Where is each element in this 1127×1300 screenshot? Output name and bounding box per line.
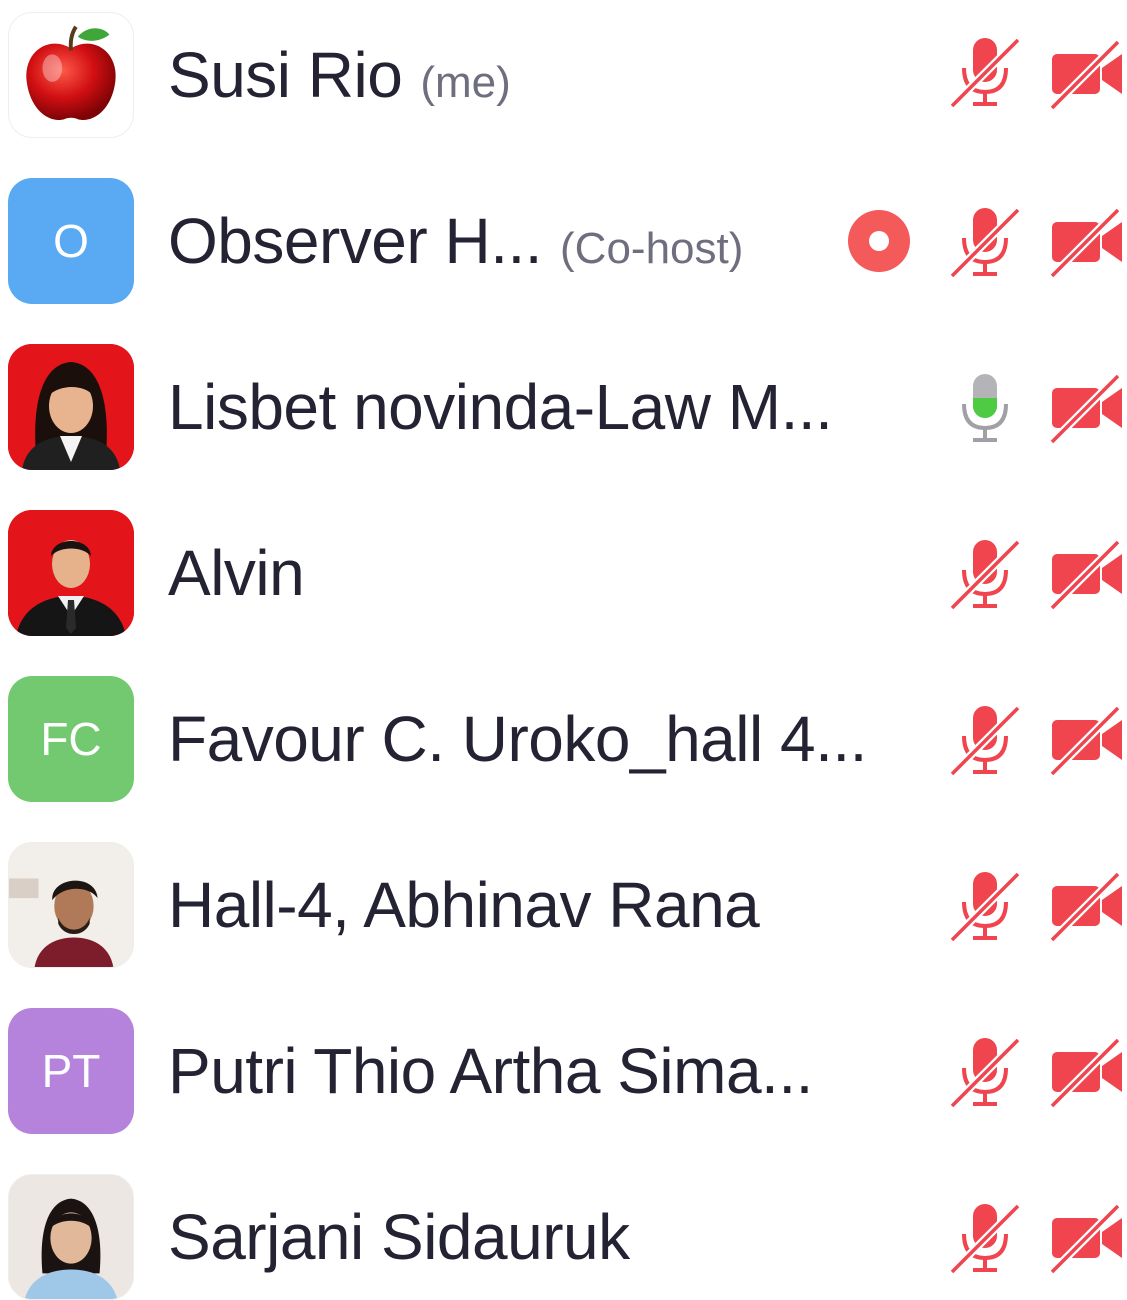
- participant-row[interactable]: O Observer H... (Co-host): [0, 166, 1127, 332]
- avatar: [8, 1174, 134, 1300]
- participants-list: Susi Rio (me) O Observer H... (Co-host): [0, 0, 1127, 1300]
- avatar: [8, 344, 134, 470]
- recording-icon: [848, 210, 910, 272]
- participant-row[interactable]: FC Favour C. Uroko_hall 4...: [0, 664, 1127, 830]
- video-off-icon[interactable]: [1046, 1032, 1126, 1112]
- avatar-initials: PT: [41, 1045, 101, 1097]
- participant-row[interactable]: Sarjani Sidauruk: [0, 1162, 1127, 1300]
- participant-tag: (me): [420, 58, 511, 107]
- participant-name: Susi Rio: [168, 39, 403, 111]
- participant-row[interactable]: Alvin: [0, 498, 1127, 664]
- participant-name-group: Observer H... (Co-host): [168, 204, 743, 278]
- video-off-icon[interactable]: [1046, 534, 1126, 614]
- video-off-icon[interactable]: [1046, 1198, 1126, 1278]
- avatar: PT: [8, 1008, 134, 1134]
- video-off-icon[interactable]: [1046, 368, 1126, 448]
- participant-name-group: Hall-4, Abhinav Rana: [168, 868, 760, 942]
- participant-name-group: Lisbet novinda-Law M...: [168, 370, 833, 444]
- avatar: [8, 510, 134, 636]
- avatar: [8, 12, 134, 138]
- mic-muted-icon[interactable]: [946, 34, 1026, 114]
- participant-name: Sarjani Sidauruk: [168, 1201, 630, 1273]
- video-off-icon[interactable]: [1046, 700, 1126, 780]
- participant-name-group: Susi Rio (me): [168, 38, 511, 112]
- avatar-initials: O: [53, 215, 89, 267]
- mic-muted-icon[interactable]: [946, 204, 1026, 284]
- participant-name-group: Favour C. Uroko_hall 4...: [168, 702, 867, 776]
- participant-row[interactable]: PT Putri Thio Artha Sima...: [0, 996, 1127, 1162]
- mic-muted-icon[interactable]: [946, 1200, 1026, 1280]
- video-off-icon[interactable]: [1046, 34, 1126, 114]
- participant-name-group: Putri Thio Artha Sima...: [168, 1034, 813, 1108]
- avatar-initials: FC: [40, 713, 102, 765]
- mic-muted-icon[interactable]: [946, 536, 1026, 616]
- participant-row[interactable]: Hall-4, Abhinav Rana: [0, 830, 1127, 996]
- avatar: O: [8, 178, 134, 304]
- video-off-icon[interactable]: [1046, 202, 1126, 282]
- participant-name: Favour C. Uroko_hall 4...: [168, 703, 867, 775]
- mic-muted-icon[interactable]: [946, 702, 1026, 782]
- participant-name: Alvin: [168, 537, 305, 609]
- apple-icon: [26, 25, 116, 121]
- profile-photo-icon: [8, 510, 134, 636]
- profile-photo-icon: [9, 1175, 133, 1299]
- avatar: [8, 842, 134, 968]
- participant-name: Lisbet novinda-Law M...: [168, 371, 833, 443]
- participant-tag: (Co-host): [560, 224, 744, 273]
- profile-photo-icon: [9, 843, 133, 967]
- participant-name-group: Sarjani Sidauruk: [168, 1200, 630, 1274]
- mic-muted-icon[interactable]: [946, 1034, 1026, 1114]
- participant-name: Putri Thio Artha Sima...: [168, 1035, 813, 1107]
- video-off-icon[interactable]: [1046, 866, 1126, 946]
- avatar: FC: [8, 676, 134, 802]
- mic-muted-icon[interactable]: [946, 868, 1026, 948]
- profile-photo-icon: [8, 344, 134, 470]
- participant-name: Hall-4, Abhinav Rana: [168, 869, 760, 941]
- participant-name: Observer H...: [168, 205, 543, 277]
- mic-active-icon[interactable]: [946, 370, 1026, 450]
- participant-name-group: Alvin: [168, 536, 305, 610]
- participant-row[interactable]: Lisbet novinda-Law M...: [0, 332, 1127, 498]
- participant-row[interactable]: Susi Rio (me): [0, 0, 1127, 166]
